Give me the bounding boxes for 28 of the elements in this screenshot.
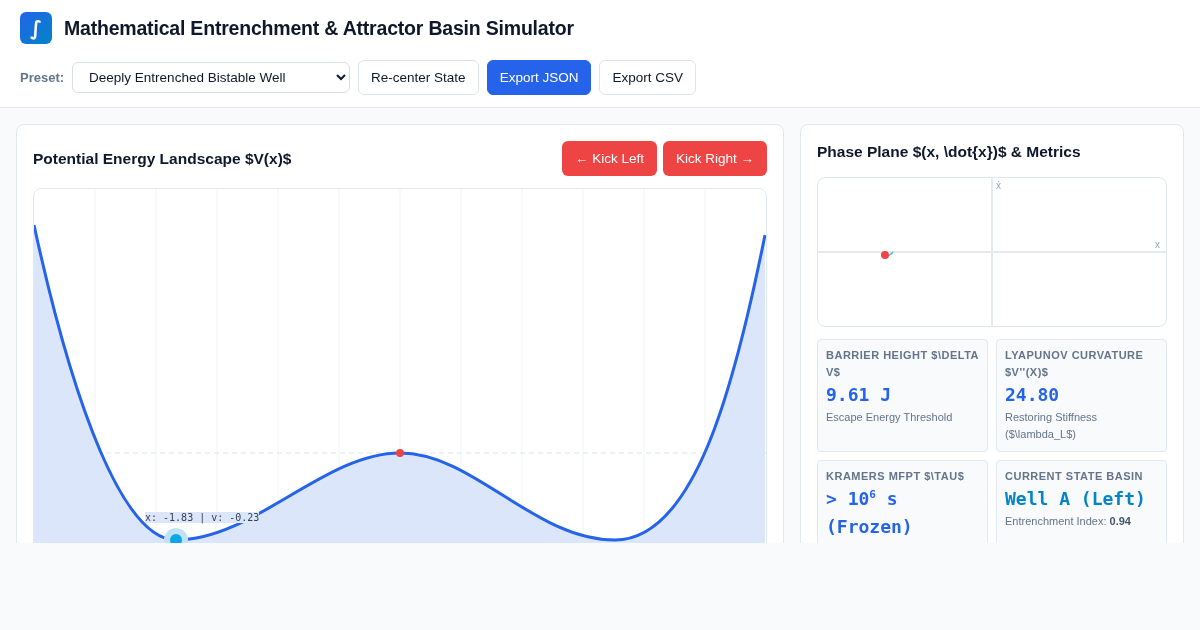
preset-dropdown[interactable]: Deeply Entrenched Bistable Well [72,62,351,93]
metric-value: 9.61 J [826,383,893,407]
metric-value: > 10$^{6}$ s (Frozen) [826,487,914,539]
preset-label: Preset: [20,70,65,85]
panel-title: Potential Energy Landscape $V(x)$ [33,149,292,168]
axis-label: ẋ [996,180,1001,191]
metric-label: BARRIER HEIGHT $\DELTA V$ [826,348,979,380]
toolbar-button[interactable]: Export CSV [599,60,696,95]
metric-caption: Entrenchment Index: 0.94 [1005,514,1132,529]
metric-value: Well A (Left) [1005,487,1147,511]
barrier-marker [396,449,404,457]
export-button[interactable]: Export JSON [486,60,592,95]
phase-point [881,251,889,259]
app-logo: ∫ [20,12,52,44]
kick-button[interactable]: Kick Right → [662,141,767,176]
metric-value: 24.80 [1005,383,1061,407]
app-title: Mathematical Entrenchment & Attractor Basin Simulator [64,16,574,40]
metric-caption: Escape Energy Threshold [826,410,954,425]
toolbar-button[interactable]: Re-center State [358,60,479,95]
kick-button[interactable]: ← Kick Left [561,141,657,176]
metric-label: CURRENT STATE BASIN [1005,469,1145,484]
metric-caption: Restoring Stiffness ($\lambda_L$) [1005,410,1099,442]
state-readout: x: -1.83 | v: -0.23 [145,512,260,523]
panel-title: Phase Plane $(x, \dot{x})$ & Metrics [817,143,1082,161]
metric-label: LYAPUNOV CURVATURE $V''(X)$ [1005,348,1145,380]
particle-handle[interactable] [164,528,188,543]
axis-label: x [1155,239,1160,250]
metric-label: KRAMERS MFPT $\TAU$ [826,469,966,484]
